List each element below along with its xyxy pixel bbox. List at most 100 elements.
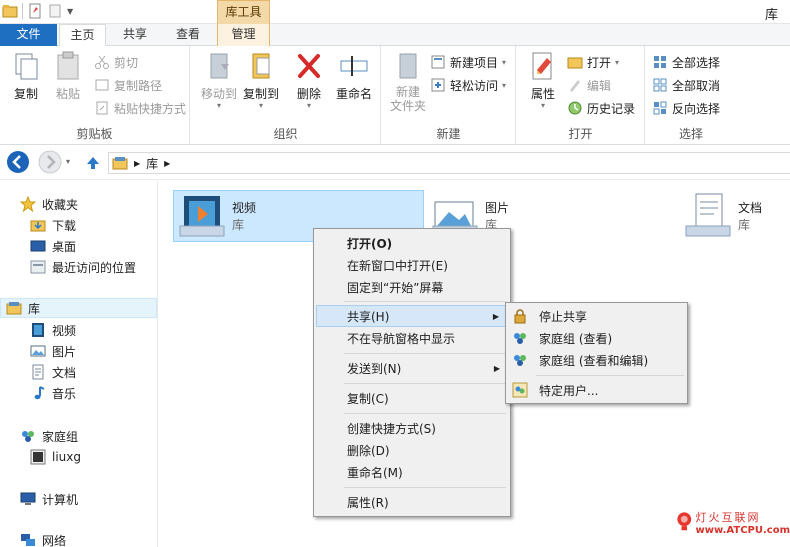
pictures-icon xyxy=(30,345,46,357)
menu-pin-to-start[interactable]: 固定到“开始”屏幕 xyxy=(347,276,443,298)
copy-to-icon xyxy=(252,53,270,79)
ribbon: 复制 粘贴 剪切 复制路径 粘贴快捷方式 剪贴板 移动到 ▾ 复制到 ▾ 删除 … xyxy=(0,46,790,145)
new-folder-button[interactable]: 新建 文件夹 xyxy=(386,50,430,113)
menu-copy[interactable]: 复制(C) xyxy=(347,387,389,409)
open-label: 打开 xyxy=(587,55,612,70)
delete-x-icon xyxy=(298,54,320,78)
paste-shortcut-button[interactable]: 粘贴快捷方式 xyxy=(94,98,186,118)
new-folder-icon xyxy=(399,53,417,79)
nav-computer[interactable]: 计算机 xyxy=(20,489,78,509)
copy-path-button[interactable]: 复制路径 xyxy=(94,75,162,95)
tab-view[interactable]: 查看 xyxy=(165,24,211,46)
qat-customize-icon[interactable]: ▼ xyxy=(67,7,73,16)
edit-button[interactable]: 编辑 xyxy=(567,75,611,95)
copy-button[interactable]: 复制 xyxy=(8,50,44,102)
submenu-stop-sharing[interactable]: 停止共享 xyxy=(508,305,685,327)
folder-icon[interactable] xyxy=(2,3,18,19)
up-arrow-icon[interactable] xyxy=(85,155,101,171)
submenu-specific-people[interactable]: 特定用户... xyxy=(508,379,685,401)
select-none-label: 全部取消 xyxy=(672,78,721,93)
properties-icon[interactable] xyxy=(27,3,43,19)
library-type: 库 xyxy=(232,218,245,232)
nav-homegroup[interactable]: 家庭组 xyxy=(20,426,78,446)
nav-network[interactable]: 网络 xyxy=(20,530,66,547)
menu-create-shortcut[interactable]: 创建快捷方式(S) xyxy=(347,417,436,439)
tab-manage[interactable]: 管理 xyxy=(217,24,270,46)
nav-recent[interactable]: 最近访问的位置 xyxy=(30,257,136,277)
library-name: 图片 xyxy=(485,201,510,215)
new-item-label: 新建项目 xyxy=(450,55,499,70)
nav-music[interactable]: 音乐 xyxy=(30,383,76,403)
library-tile-documents[interactable]: 文档 库 xyxy=(684,190,788,242)
menu-send-to[interactable]: 发送到(N) ▶ xyxy=(316,357,508,379)
breadcrumb-chevron-icon[interactable]: ▶ xyxy=(164,159,170,168)
documents-library-icon xyxy=(685,193,731,237)
copy-to-button[interactable]: 复制到 ▾ xyxy=(241,50,281,110)
nav-libraries[interactable]: 库 xyxy=(0,298,157,318)
network-icon xyxy=(21,534,35,546)
nav-downloads[interactable]: 下载 xyxy=(30,215,76,235)
nav-favorites-label: 收藏夹 xyxy=(42,197,79,212)
move-to-button[interactable]: 移动到 ▾ xyxy=(199,50,239,110)
address-path[interactable]: ▶ 库 ▶ xyxy=(108,152,790,174)
cut-button[interactable]: 剪切 xyxy=(94,52,138,72)
specific-people-icon xyxy=(512,382,528,398)
library-type: 库 xyxy=(738,218,751,232)
nav-documents-label: 文档 xyxy=(52,365,77,380)
paste-button[interactable]: 粘贴 xyxy=(50,50,86,102)
copy-path-icon xyxy=(95,79,109,91)
open-button[interactable]: 打开 ▾ xyxy=(567,52,619,72)
nav-documents[interactable]: 文档 xyxy=(30,362,76,382)
properties-caret-icon: ▾ xyxy=(540,101,545,110)
back-arrow-icon[interactable] xyxy=(6,150,30,174)
homegroup-icon xyxy=(514,355,526,366)
history-button[interactable]: 历史记录 xyxy=(567,98,635,118)
computer-icon xyxy=(20,492,36,505)
delete-button[interactable]: 删除 ▾ xyxy=(291,50,327,110)
properties-button[interactable]: 属性 ▾ xyxy=(525,50,561,110)
forward-arrow-icon[interactable] xyxy=(38,150,62,174)
new-item-button[interactable]: 新建项目 ▾ xyxy=(430,52,506,72)
select-none-button[interactable]: 全部取消 xyxy=(652,75,720,95)
select-all-button[interactable]: 全部选择 xyxy=(652,52,720,72)
select-all-label: 全部选择 xyxy=(672,55,721,70)
menu-share[interactable]: 共享(H) ▶ xyxy=(316,305,508,327)
menu-open-new-window[interactable]: 在新窗口中打开(E) xyxy=(347,254,448,276)
group-label-select: 选择 xyxy=(678,127,703,141)
navigation-pane: 收藏夹 下载 桌面 最近访问的位置 库 视频 图片 文档 音乐 家庭组 liux… xyxy=(0,181,158,547)
open-folder-icon xyxy=(567,57,583,69)
new-folder-icon[interactable] xyxy=(47,3,63,19)
menu-open[interactable]: 打开(O) xyxy=(347,232,392,254)
nav-recent-label: 最近访问的位置 xyxy=(52,260,137,275)
nav-pictures[interactable]: 图片 xyxy=(30,341,76,361)
tab-home[interactable]: 主页 xyxy=(59,24,106,47)
menu-properties[interactable]: 属性(R) xyxy=(347,491,389,513)
nav-user[interactable]: liuxg xyxy=(30,447,81,467)
homegroup-view-edit-label: 家庭组 (查看和编辑) xyxy=(539,353,649,368)
copy-icon xyxy=(15,53,38,80)
invert-selection-button[interactable]: 反向选择 xyxy=(652,98,720,118)
rename-label: 重命名 xyxy=(335,87,372,101)
specific-people-label: 特定用户... xyxy=(539,383,599,398)
submenu-homegroup-view-edit[interactable]: 家庭组 (查看和编辑) xyxy=(508,349,685,371)
easy-access-button[interactable]: 轻松访问 ▾ xyxy=(430,75,506,95)
breadcrumb-libraries[interactable]: 库 xyxy=(146,155,158,172)
watermark: 灯火互联网 www.ATCPU.com xyxy=(676,503,790,541)
breadcrumb-chevron-icon[interactable]: ▶ xyxy=(134,159,140,168)
menu-hide-from-nav[interactable]: 不在导航窗格中显示 xyxy=(347,327,455,349)
menu-separator xyxy=(344,353,506,354)
menu-delete[interactable]: 删除(D) xyxy=(347,439,390,461)
nav-desktop[interactable]: 桌面 xyxy=(30,236,76,256)
scissors-icon xyxy=(95,55,109,69)
nav-videos-label: 视频 xyxy=(52,323,77,338)
nav-videos[interactable]: 视频 xyxy=(30,320,76,340)
tab-share[interactable]: 共享 xyxy=(112,24,158,46)
context-menu: 打开(O) 在新窗口中打开(E) 固定到“开始”屏幕 共享(H) ▶ 不在导航窗… xyxy=(313,228,511,517)
move-to-caret-icon: ▾ xyxy=(216,101,221,110)
rename-button[interactable]: 重命名 xyxy=(333,50,375,102)
nav-favorites[interactable]: 收藏夹 xyxy=(20,194,78,214)
submenu-homegroup-view[interactable]: 家庭组 (查看) xyxy=(508,327,685,349)
tab-file[interactable]: 文件 xyxy=(0,24,57,46)
menu-rename[interactable]: 重命名(M) xyxy=(347,461,403,483)
recent-locations-icon[interactable]: ▾ xyxy=(66,157,70,166)
